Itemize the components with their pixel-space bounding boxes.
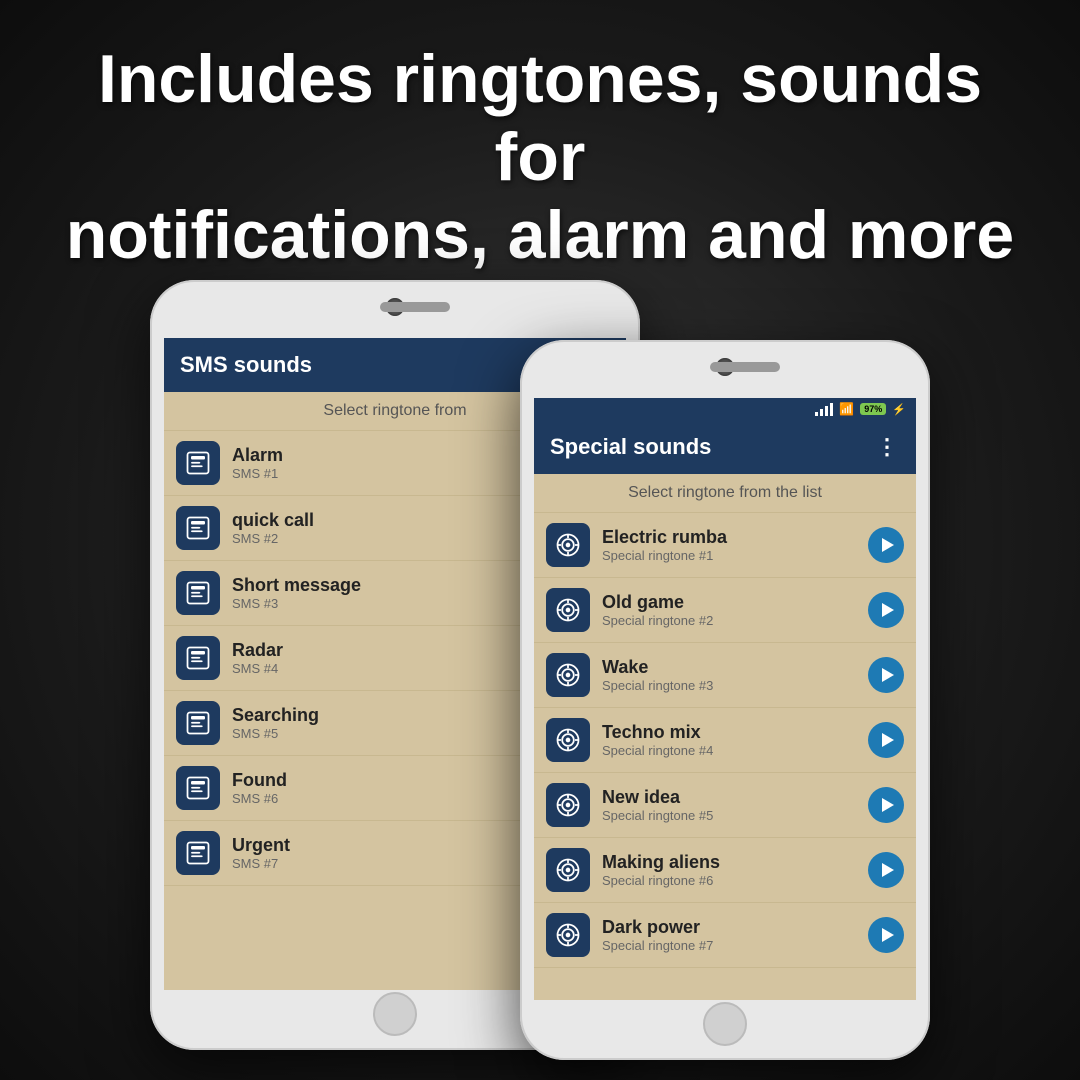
play-button[interactable] [868,657,904,693]
item-title: Dark power [602,917,856,938]
play-button[interactable] [868,527,904,563]
item-subtitle: Special ringtone #7 [602,938,856,953]
item-title: New idea [602,787,856,808]
item-icon [176,571,220,615]
item-icon [546,718,590,762]
item-icon [546,913,590,957]
item-icon [546,523,590,567]
left-phone-speaker [380,302,450,312]
right-phone-home-button[interactable] [703,1002,747,1046]
item-text: Dark power Special ringtone #7 [602,917,856,953]
item-title: Electric rumba [602,527,856,548]
phone-right: 📶 97% ⚡ Special sounds ⋮ Select ringtone… [520,340,930,1060]
item-icon [176,441,220,485]
item-text: Old game Special ringtone #2 [602,592,856,628]
special-app-header: Special sounds ⋮ [534,420,916,474]
special-sub-header: Select ringtone from the list [534,474,916,513]
signal-bars-icon [815,402,833,416]
wifi-icon: 📶 [839,402,854,416]
item-text: Wake Special ringtone #3 [602,657,856,693]
item-text: Electric rumba Special ringtone #1 [602,527,856,563]
special-list: Electric rumba Special ringtone #1 Old g… [534,513,916,968]
item-title: Wake [602,657,856,678]
item-icon [176,831,220,875]
list-item[interactable]: Wake Special ringtone #3 [534,643,916,708]
item-text: New idea Special ringtone #5 [602,787,856,823]
play-button[interactable] [868,722,904,758]
item-text: Making aliens Special ringtone #6 [602,852,856,888]
item-text: Techno mix Special ringtone #4 [602,722,856,758]
right-phone-screen: 📶 97% ⚡ Special sounds ⋮ Select ringtone… [534,398,916,1000]
sms-app-title: SMS sounds [180,352,312,378]
list-item[interactable]: Old game Special ringtone #2 [534,578,916,643]
item-icon [546,653,590,697]
menu-dots-icon[interactable]: ⋮ [876,434,900,460]
right-phone-speaker [710,362,780,372]
special-app-title: Special sounds [550,434,711,460]
item-subtitle: Special ringtone #3 [602,678,856,693]
item-subtitle: Special ringtone #2 [602,613,856,628]
item-icon [546,783,590,827]
item-icon [176,506,220,550]
play-button[interactable] [868,787,904,823]
item-subtitle: Special ringtone #5 [602,808,856,823]
list-item[interactable]: New idea Special ringtone #5 [534,773,916,838]
item-title: Old game [602,592,856,613]
list-item[interactable]: Making aliens Special ringtone #6 [534,838,916,903]
item-icon [546,588,590,632]
status-bar: 📶 97% ⚡ [534,398,916,420]
item-icon [546,848,590,892]
play-button[interactable] [868,917,904,953]
item-subtitle: Special ringtone #1 [602,548,856,563]
play-button[interactable] [868,852,904,888]
list-item[interactable]: Electric rumba Special ringtone #1 [534,513,916,578]
item-icon [176,636,220,680]
lightning-icon: ⚡ [892,403,906,416]
play-button[interactable] [868,592,904,628]
left-phone-home-button[interactable] [373,992,417,1036]
item-subtitle: Special ringtone #4 [602,743,856,758]
item-title: Making aliens [602,852,856,873]
list-item[interactable]: Techno mix Special ringtone #4 [534,708,916,773]
item-subtitle: Special ringtone #6 [602,873,856,888]
item-title: Techno mix [602,722,856,743]
item-icon [176,701,220,745]
item-icon [176,766,220,810]
phones-container: SMS sounds Select ringtone from Alarm SM… [150,230,930,1060]
battery-indicator: 97% [860,403,886,415]
list-item[interactable]: Dark power Special ringtone #7 [534,903,916,968]
